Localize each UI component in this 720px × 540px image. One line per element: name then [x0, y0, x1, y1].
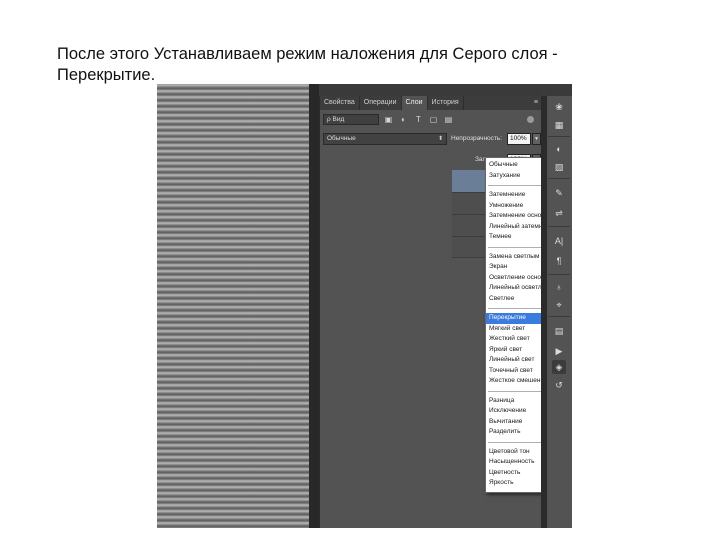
blend-row: Обычные ⬍ Непрозрачность: 100% ▼ — [320, 131, 542, 147]
history-icon[interactable]: ↺ — [552, 378, 566, 392]
styles-icon[interactable]: ▧ — [552, 160, 566, 174]
character-icon[interactable]: A| — [552, 234, 566, 248]
slide-caption: После этого Устанавливаем режим наложени… — [57, 44, 657, 86]
adjustments-icon[interactable]: ◐ — [552, 142, 566, 156]
layer-kind-filter[interactable]: ρ Вид — [323, 114, 379, 125]
opacity-input[interactable]: 100% — [507, 133, 531, 145]
dock-divider — [548, 316, 570, 317]
chevron-updown-icon: ⬍ — [437, 136, 443, 142]
tab-layers[interactable]: Слои — [401, 96, 428, 110]
opacity-label: Непрозрачность: — [451, 135, 503, 142]
tab-properties[interactable]: Свойства — [320, 96, 360, 110]
panel-dock-header — [319, 84, 541, 96]
striped-canvas — [157, 84, 309, 528]
opacity-chevron-icon[interactable]: ▼ — [532, 133, 541, 145]
layers-icon[interactable]: ◈ — [552, 360, 566, 374]
blend-mode-value: Обычные — [327, 135, 356, 142]
dock-divider — [548, 226, 570, 227]
image-filter-icon[interactable]: ▣ — [384, 114, 393, 125]
clone-source-icon[interactable]: ♁ — [552, 280, 566, 294]
panel-tabs: Свойства Операции Слои История ≡ — [320, 96, 542, 110]
shape-filter-icon[interactable]: ▢ — [429, 114, 438, 125]
filter-icons: ▣ ◐ T ▢ ▤ — [384, 114, 453, 125]
dock-divider — [548, 274, 570, 275]
photoshop-screenshot: Свойства Операции Слои История ≡ ρ Вид ▣… — [157, 84, 572, 528]
play-icon[interactable]: ▶ — [552, 344, 566, 358]
brush-icon[interactable]: ✎ — [552, 186, 566, 200]
type-filter-icon[interactable]: T — [414, 114, 423, 125]
smart-object-filter-icon[interactable]: ▤ — [444, 114, 453, 125]
dock-divider — [548, 136, 570, 137]
layers-panel: Свойства Операции Слои История ≡ ρ Вид ▣… — [319, 96, 572, 528]
caption-line-2: Перекрытие. — [57, 66, 156, 84]
color-icon[interactable]: ❀ — [552, 100, 566, 114]
dock-header — [546, 84, 572, 96]
adjustment-filter-icon[interactable]: ◐ — [399, 114, 408, 125]
dock-divider — [548, 178, 570, 179]
transform-icon[interactable]: ⌖ — [552, 298, 566, 312]
filter-row: ρ Вид ▣ ◐ T ▢ ▤ — [320, 112, 542, 128]
canvas-border — [309, 84, 319, 528]
swatches-icon[interactable]: ▦ — [552, 118, 566, 132]
paragraph-icon[interactable]: ¶ — [552, 254, 566, 268]
filter-toggle-icon[interactable] — [527, 116, 534, 123]
caption-line-1: После этого Устанавливаем режим наложени… — [57, 45, 558, 63]
tab-actions[interactable]: Операции — [360, 96, 402, 110]
tab-history[interactable]: История — [428, 96, 464, 110]
panel-menu-icon[interactable]: ≡ — [534, 99, 538, 106]
brush-presets-icon[interactable]: ⇌ — [552, 206, 566, 220]
actions-icon[interactable]: ▤ — [552, 324, 566, 338]
blend-mode-select[interactable]: Обычные ⬍ — [323, 133, 447, 145]
